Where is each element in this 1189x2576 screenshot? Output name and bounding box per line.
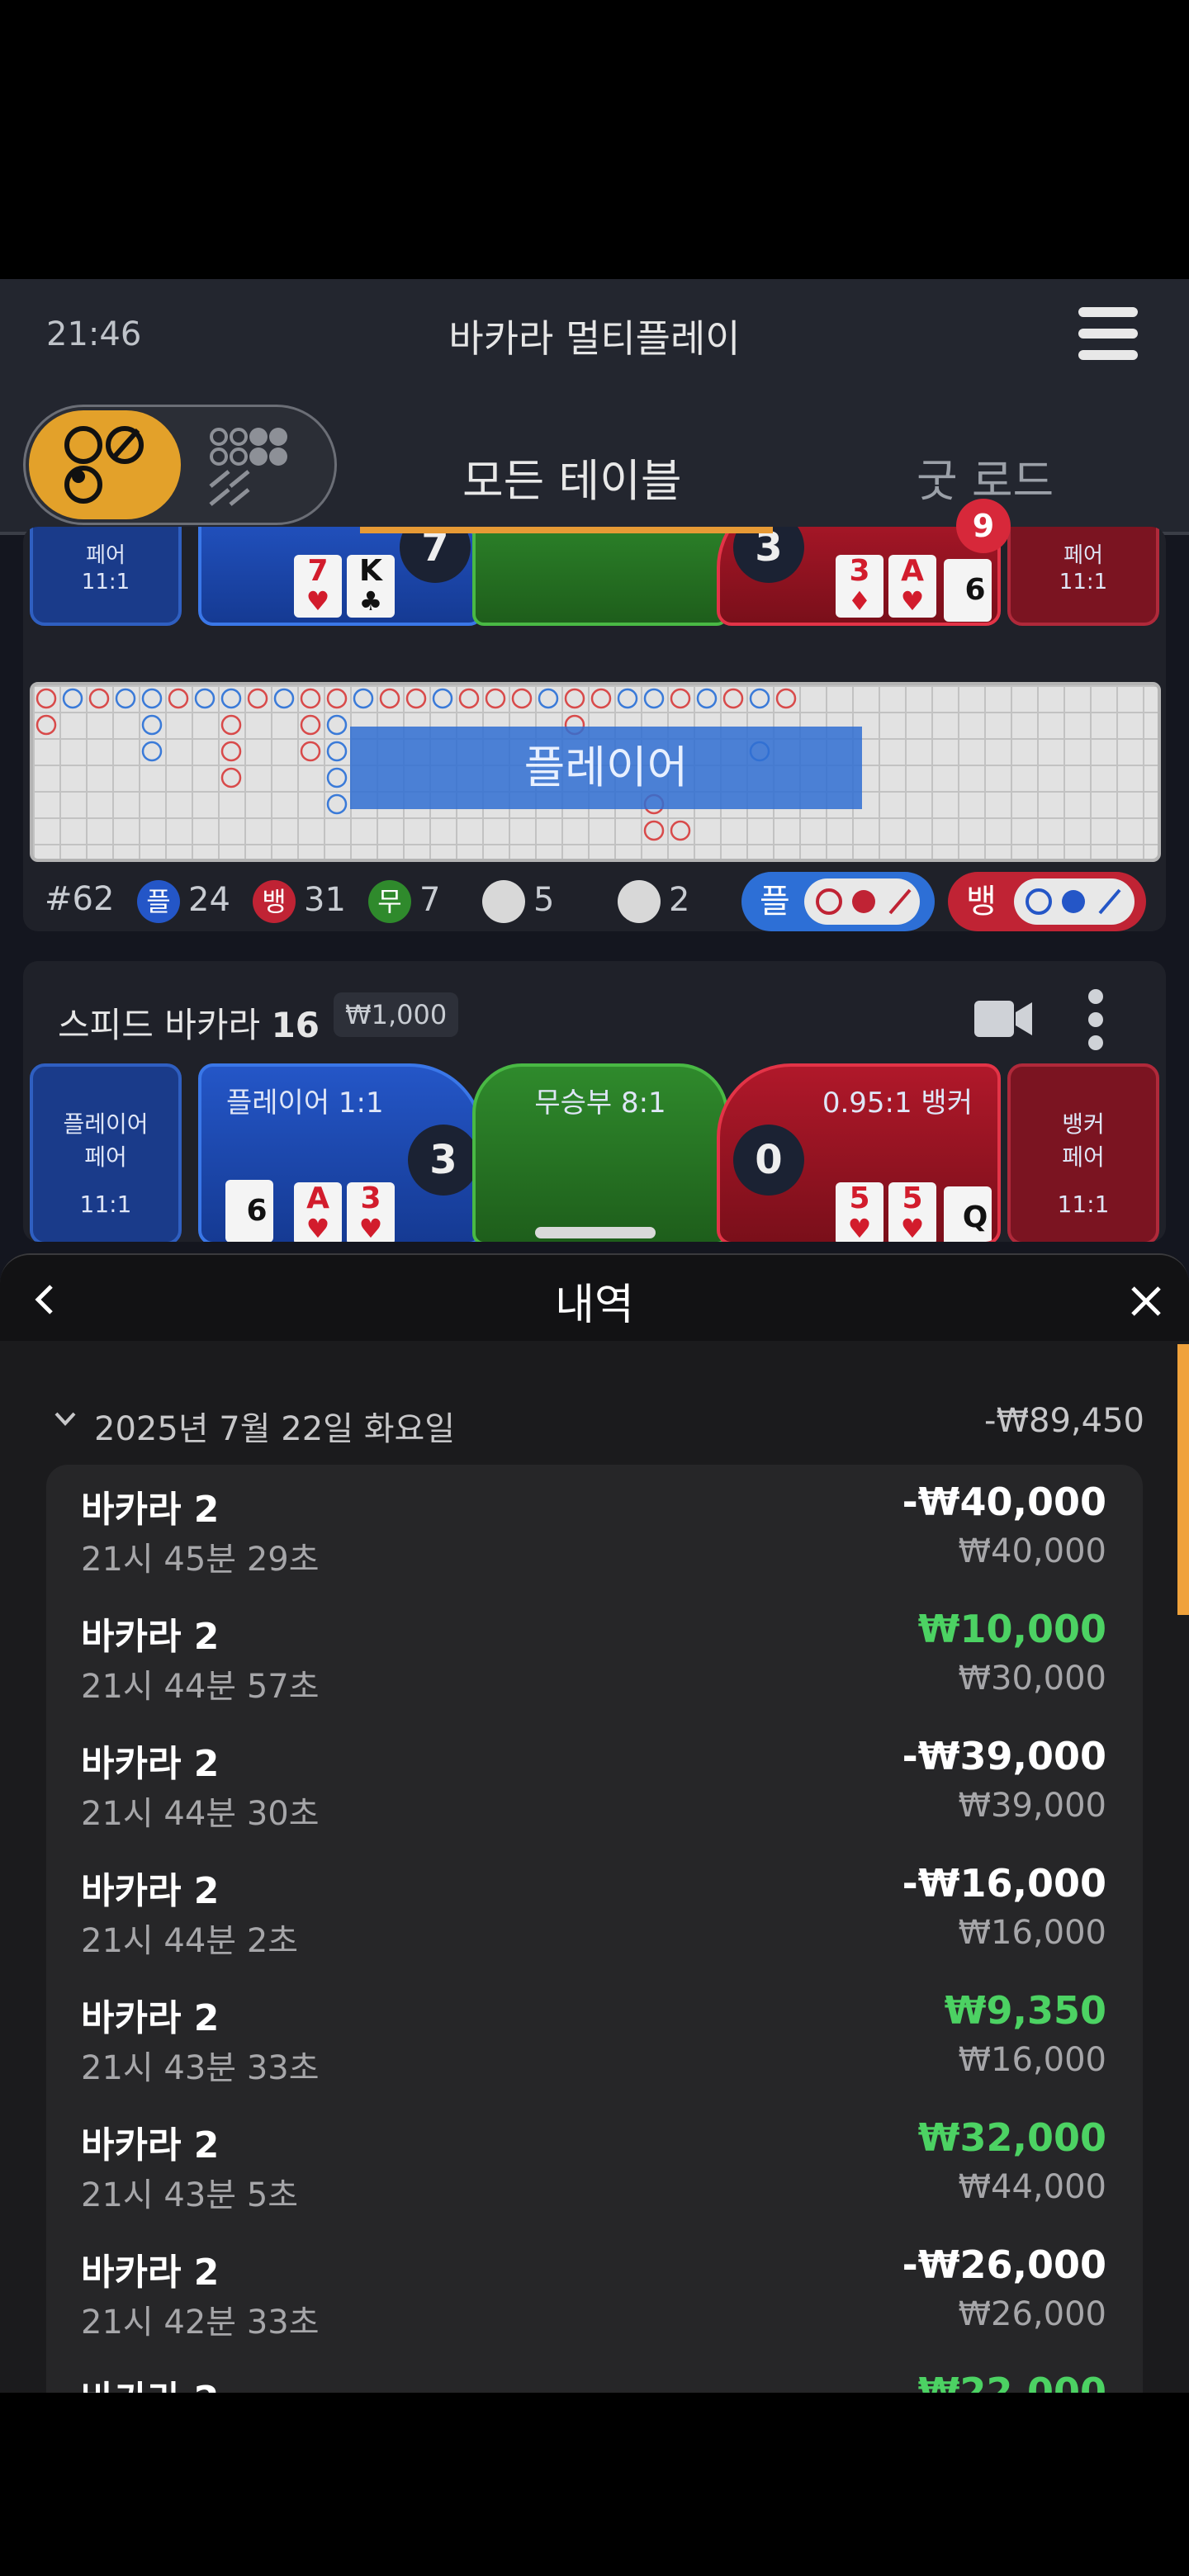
road-stats: #62 플 24 뱅 31 무7 5 2 플 뱅 [23,872,1166,931]
banker-pair-count: 2 [618,880,689,923]
list-item[interactable]: 바카라 2 21시 44분 30초 -₩39,000 ₩39,000 [46,1719,1143,1846]
table-card-1: 페어 11:1 7 7 ♥ K ♣ 3 3 ♦ A ♥ 6 페어 11:1 플레… [23,527,1166,931]
date-label: 2025년 7월 22일 화요일 [94,1410,456,1448]
list-item[interactable]: 바카라 2 21시 44분 57초 ₩10,000 ₩30,000 [46,1592,1143,1719]
player-pair-count: 5 [482,880,554,923]
list-item[interactable]: 바카라 2 21시 42분 33초 -₩26,000 ₩26,000 [46,2228,1143,2355]
banker-bet[interactable]: 0.95:1 뱅커 0 5 ♥ 5 ♥ Q [717,1063,1001,1242]
list-item[interactable]: 바카라 2 21시 44분 2초 -₩16,000 ₩16,000 [46,1846,1143,1973]
date-group-header[interactable]: 2025년 7월 22일 화요일 -₩89,450 [46,1399,1144,1448]
player-card-2: K ♣ [347,555,395,618]
player-pair-bet[interactable]: 페어 11:1 [30,527,182,626]
banker-card-2: 5 ♥ [888,1182,936,1242]
banker-wins: 뱅 31 [253,880,346,923]
list-item[interactable]: 바카라 2 21시 45분 29초 -₩40,000 ₩40,000 [46,1465,1143,1592]
banker-card-3: Q [944,1186,992,1242]
table-card-2[interactable]: 스피드 바카라 16 ₩1,000 플레이어 페어 11:1 플레이어 1:1 … [23,961,1166,1242]
player-predict-button[interactable]: 플 [741,872,935,931]
grid-view-icon[interactable] [207,425,298,508]
banker-card-2: A ♥ [888,555,936,618]
banker-score: 3 [733,527,804,583]
hamburger-menu-icon[interactable] [1078,307,1138,362]
banker-predict-button[interactable]: 뱅 [948,872,1146,931]
tie-count: 무7 [368,880,440,923]
player-pair-bet[interactable]: 플레이어 페어 11:1 [30,1063,182,1242]
top-bar: 21:46 바카라 멀티플레이 [0,279,1189,396]
player-bet[interactable]: 7 7 ♥ K ♣ [198,527,484,626]
banker-card-3: 6 [944,559,992,622]
tie-bet[interactable]: 무승부 8:1 [472,1063,728,1242]
table-name: 스피드 바카라 16 [58,1005,320,1045]
history-list: 바카라 2 21시 45분 29초 -₩40,000 ₩40,000 바카라 2 21… [46,1465,1143,2393]
banker-bet[interactable]: 3 3 ♦ A ♥ 6 [717,527,1001,626]
date-total: -₩89,450 [984,1402,1144,1440]
predict-marks-icon [1026,888,1121,915]
close-icon[interactable] [1130,1285,1163,1318]
tab-all-tables[interactable]: 모든 테이블 [462,444,682,509]
more-options-icon[interactable] [1088,989,1105,1058]
app-root: 21:46 바카라 멀티플레이 모든 테이블 굿 로드 9 페어 11:1 7 … [0,279,1189,2393]
player-bet[interactable]: 플레이어 1:1 3 6 A ♥ 3 ♥ [198,1063,484,1242]
scrollbar[interactable] [1177,1344,1189,1615]
player-score: 7 [400,527,471,583]
banker-score: 0 [733,1125,804,1196]
view-toggle[interactable] [23,405,337,525]
history-title: 내역 [555,1281,634,1330]
history-header: 내역 [0,1253,1189,1341]
list-item[interactable]: 바카라 2 21시 43분 33초 ₩9,350 ₩16,000 [46,1973,1143,2100]
player-card-1: 6 [225,1180,273,1242]
good-road-count-badge: 9 [956,499,1011,553]
road-result-banner: 플레이어 [350,727,862,809]
list-item[interactable]: 바카라 2 21시 43분 5초 ₩32,000 ₩44,000 [46,2100,1143,2228]
banker-pair-bet[interactable]: 뱅커 페어 11:1 [1007,1063,1159,1242]
road-pattern-icon [64,426,144,504]
banker-card-1: 5 ♥ [836,1182,883,1242]
page-title: 바카라 멀티플레이 [448,316,741,361]
banker-card-1: 3 ♦ [836,555,883,618]
banker-pair-bet[interactable]: 페어 11:1 [1007,527,1159,626]
player-card-2: A ♥ [294,1182,342,1242]
active-tab-indicator [360,527,773,533]
round-number: #62 [45,880,115,918]
video-camera-icon[interactable] [974,1001,1032,1037]
tie-bet[interactable] [472,527,728,626]
sheet-drag-handle[interactable] [535,1227,656,1238]
road-view-toggle-option[interactable] [29,410,181,519]
predict-marks-icon [816,888,912,915]
list-item[interactable]: 바카라 2 ₩22,000 [46,2355,1143,2393]
player-card-3: 3 ♥ [347,1182,395,1242]
player-wins: 플 24 [137,880,230,923]
chevron-down-icon [54,1412,76,1426]
history-sheet: 내역 2025년 7월 22일 화요일 -₩89,450 바카라 2 21시 45… [0,1253,1189,2393]
min-bet: ₩1,000 [334,992,459,1037]
player-score: 3 [408,1125,479,1196]
player-card-1: 7 ♥ [294,555,342,618]
